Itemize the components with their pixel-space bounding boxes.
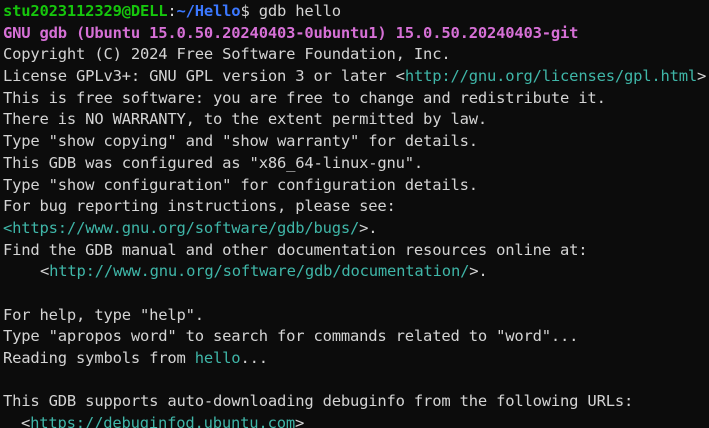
debuginfod-intro-line: This GDB supports auto-downloading debug… [3,392,634,411]
command-text: gdb hello [249,2,341,20]
debuginfod-link-line: <https://debuginfod.ubuntu.com> [3,413,709,428]
prompt-symbol: $ [240,2,250,20]
help-line: For help, type "help". [3,305,204,324]
no-warranty-line: There is NO WARRANTY, to the extent perm… [3,110,487,129]
reading-suffix: ... [240,349,268,367]
license-suffix: > [697,67,707,86]
copyright-line: Copyright (C) 2024 Free Software Foundat… [3,45,451,64]
reading-prefix: Reading symbols from [3,349,195,367]
reading-file: hello [194,349,241,367]
bugs-link-line: <https://www.gnu.org/software/gdb/bugs/>… [3,218,709,240]
apropos-line: Type "apropos word" to search for comman… [3,327,579,346]
show-copying-line: Type "show copying" and "show warranty" … [3,132,478,151]
docs-link-line: <http://www.gnu.org/software/gdb/documen… [3,261,709,283]
docs-link[interactable]: http://www.gnu.org/software/gdb/document… [49,262,469,280]
terminal-window[interactable]: stu2023112329@DELL:~/Hello$ gdb hello GN… [0,0,709,428]
prompt-user-host: stu2023112329@DELL [3,2,168,20]
prompt-separator: : [167,2,177,20]
reading-symbols-line: Reading symbols from hello... [3,348,709,370]
bug-reporting-line: For bug reporting instructions, please s… [3,197,396,216]
prompt-path: ~/Hello [176,2,241,20]
docs-link-open: < [40,262,50,281]
debuginfod-link-close: > [294,414,305,428]
debuginfod-link[interactable]: https://debuginfod.ubuntu.com [30,414,295,428]
docs-link-close: >. [469,262,488,281]
license-link[interactable]: http://gnu.org/licenses/gpl.html [405,67,697,85]
license-line: License GPLv3+: GNU GPL version 3 or lat… [3,66,709,88]
manual-intro-line: Find the GDB manual and other documentat… [3,240,588,259]
debuginfod-link-open: < [21,414,31,428]
gdb-version-banner: GNU gdb (Ubuntu 15.0.50.20240403-0ubuntu… [3,23,579,42]
bugs-link-close: >. [359,218,378,237]
license-prefix: License GPLv3+: GNU GPL version 3 or lat… [3,67,405,86]
free-software-line: This is free software: you are free to c… [3,88,606,107]
show-configuration-line: Type "show configuration" for configurat… [3,175,478,194]
bugs-link[interactable]: https://www.gnu.org/software/gdb/bugs/ [12,219,359,237]
configured-line: This GDB was configured as "x86_64-linux… [3,153,424,172]
bugs-link-open: < [3,218,13,237]
prompt-line: stu2023112329@DELL:~/Hello$ gdb hello [3,1,709,23]
